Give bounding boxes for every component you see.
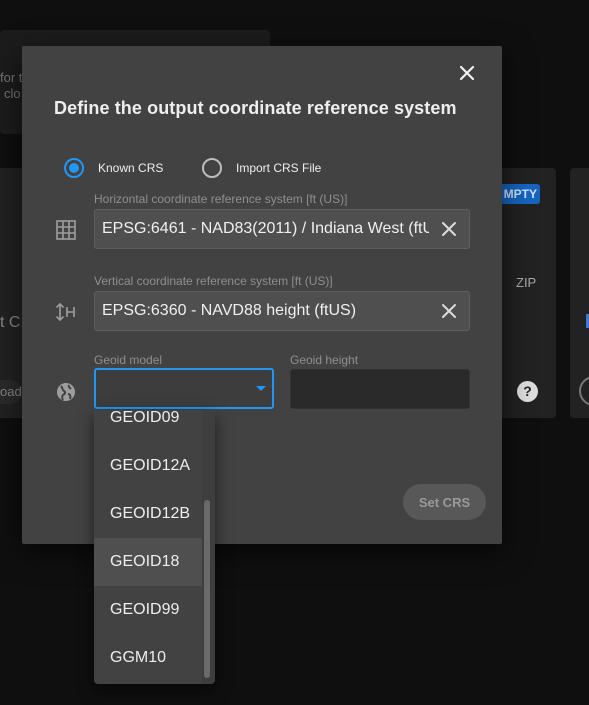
- empty-badge: MPTY: [502, 184, 540, 204]
- background-card-left-title: t C: [0, 314, 21, 331]
- close-icon: [442, 304, 456, 318]
- vertical-crs-value: EPSG:6360 - NAVD88 height (ftUS): [102, 302, 357, 319]
- horizontal-crs-field[interactable]: EPSG:6461 - NAD83(2011) / Indiana West (…: [94, 209, 470, 249]
- option-geoid12a[interactable]: GEOID12A: [94, 442, 202, 490]
- option-geoid99[interactable]: GEOID99: [94, 586, 202, 634]
- option-geoid09[interactable]: GEOID09: [94, 410, 202, 442]
- set-crs-button[interactable]: Set CRS: [403, 484, 486, 520]
- radio-import-crs-control[interactable]: [202, 158, 222, 178]
- option-ggm10[interactable]: GGM10: [94, 634, 202, 682]
- radio-known-crs-control[interactable]: [64, 158, 84, 178]
- chevron-down-icon: [256, 386, 266, 391]
- radio-known-crs[interactable]: Known CRS: [64, 158, 163, 178]
- dropdown-scrollbar-thumb[interactable]: [204, 500, 210, 678]
- radio-known-crs-label: Known CRS: [98, 161, 164, 175]
- horizontal-crs-clear-button[interactable]: [429, 210, 469, 248]
- globe-icon: [54, 380, 78, 404]
- close-icon: [442, 222, 456, 236]
- radio-import-crs[interactable]: Import CRS File: [202, 158, 321, 178]
- dialog-title: Define the output coordinate reference s…: [54, 98, 457, 118]
- radio-import-crs-label: Import CRS File: [236, 161, 322, 175]
- geoid-height-input[interactable]: [290, 369, 470, 409]
- grid-icon: [54, 218, 78, 242]
- background-card-top-text: for t clo: [0, 70, 23, 101]
- horizontal-crs-label: Horizontal coordinate reference system […: [94, 192, 348, 206]
- option-geoid12b[interactable]: GEOID12B: [94, 490, 202, 538]
- close-button[interactable]: [456, 62, 478, 84]
- option-geoid18[interactable]: GEOID18: [94, 538, 202, 586]
- vertical-crs-clear-button[interactable]: [429, 292, 469, 330]
- geoid-model-label: Geoid model: [94, 353, 163, 367]
- vertical-crs-label: Vertical coordinate reference system [ft…: [94, 274, 333, 288]
- zip-label: ZIP: [516, 275, 537, 290]
- horizontal-crs-value: EPSG:6461 - NAD83(2011) / Indiana West (…: [102, 220, 429, 237]
- geoid-model-dropdown[interactable]: GEOID09 GEOID12A GEOID12B GEOID18 GEOID9…: [94, 410, 215, 684]
- close-icon: [459, 65, 475, 81]
- geoid-model-options: GEOID09 GEOID12A GEOID12B GEOID18 GEOID9…: [94, 410, 202, 682]
- vertical-height-icon: [54, 300, 78, 324]
- question-icon: ?: [517, 381, 538, 402]
- geoid-height-label: Geoid height: [290, 353, 359, 367]
- geoid-model-select[interactable]: [94, 368, 274, 409]
- vertical-crs-field[interactable]: EPSG:6360 - NAVD88 height (ftUS): [94, 291, 470, 331]
